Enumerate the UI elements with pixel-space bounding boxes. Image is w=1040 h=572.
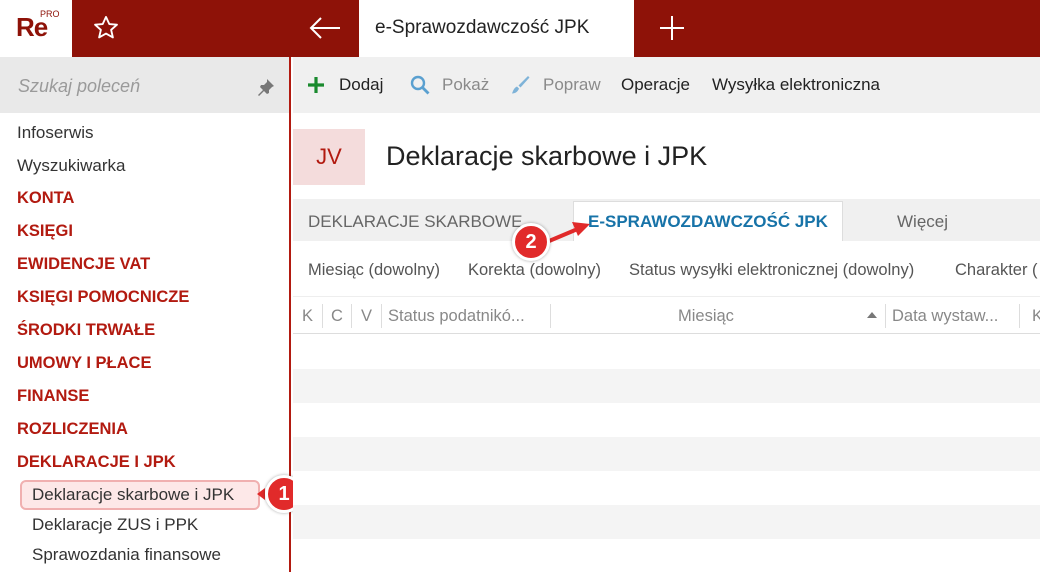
main-content: Dodaj Pokaż Popraw Operacje Wysyłka elek… — [293, 57, 1040, 572]
column-divider[interactable] — [322, 304, 323, 328]
page-header: JV Deklaracje skarbowe i JPK — [293, 129, 1040, 187]
column-divider[interactable] — [1019, 304, 1020, 328]
grid-row[interactable] — [293, 437, 1040, 471]
sidebar-section-deklaracje-i-jpk[interactable]: DEKLARACJE I JPK — [17, 453, 176, 472]
column-header-month[interactable]: Miesiąc — [678, 307, 734, 326]
sidebar-section-finanse[interactable]: FINANSE — [17, 387, 89, 406]
sidebar-section-umowy-i-place[interactable]: UMOWY I PŁACE — [17, 354, 151, 373]
column-divider[interactable] — [351, 304, 352, 328]
sidebar-section-ksiegi-pomocnicze[interactable]: KSIĘGI POMOCNICZE — [17, 288, 189, 307]
sidebar-item-sprawozdania-finansowe[interactable]: Sprawozdania finansowe — [32, 545, 221, 565]
grid-row[interactable] — [293, 505, 1040, 539]
toolbar: Dodaj Pokaż Popraw Operacje Wysyłka elek… — [293, 57, 1040, 113]
page-title: Deklaracje skarbowe i JPK — [386, 141, 708, 171]
show-button[interactable]: Pokaż — [442, 75, 489, 95]
sort-ascending-icon[interactable] — [867, 312, 877, 318]
grid-row[interactable] — [293, 369, 1040, 403]
sidebar-item-wyszukiwarka[interactable]: Wyszukiwarka — [17, 156, 125, 176]
title-bar: Re PRO e-Sprawozdawczość JPK — [0, 0, 1040, 57]
tab-e-sprawozdawczosc-jpk[interactable]: E-SPRAWOZDAWCZOŚĆ JPK — [573, 201, 843, 241]
filter-character[interactable]: Charakter ( — [955, 261, 1038, 280]
column-header-issue-date[interactable]: Data wystaw... — [892, 307, 998, 326]
edit-button[interactable]: Popraw — [543, 75, 601, 95]
new-tab-plus-icon[interactable] — [658, 14, 686, 42]
column-header-k2[interactable]: K — [1032, 307, 1040, 326]
filter-bar: Miesiąc (dowolny) Korekta (dowolny) Stat… — [293, 241, 1040, 297]
column-header-v[interactable]: V — [361, 307, 372, 326]
column-divider[interactable] — [885, 304, 886, 328]
back-arrow-icon[interactable] — [306, 12, 344, 44]
grid-row[interactable] — [293, 403, 1040, 437]
sidebar-section-ksiegi[interactable]: KSIĘGI — [17, 222, 73, 241]
column-header-c[interactable]: C — [331, 307, 343, 326]
column-header-status[interactable]: Status podatnikó... — [388, 307, 525, 326]
grid-header: K C V Status podatnikó... Miesiąc Data w… — [293, 298, 1040, 334]
pin-icon[interactable] — [256, 77, 276, 97]
callout-1-pointer — [257, 488, 265, 500]
add-button[interactable]: Dodaj — [339, 75, 383, 95]
favorites-star-icon[interactable] — [92, 14, 120, 42]
operations-menu[interactable]: Operacje — [621, 75, 690, 95]
sidebar-section-konta[interactable]: KONTA — [17, 189, 74, 208]
column-divider[interactable] — [550, 304, 551, 328]
search-placeholder: Szukaj poleceń — [18, 76, 141, 96]
grid-row[interactable] — [293, 539, 1040, 572]
sidebar-section-rozliczenia[interactable]: ROZLICZENIA — [17, 420, 128, 439]
sidebar: Szukaj poleceń Infoserwis Wyszukiwarka K… — [0, 57, 303, 572]
sidebar-section-srodki-trwale[interactable]: ŚRODKI TRWAŁE — [17, 321, 155, 340]
app-window: Re PRO e-Sprawozdawczość JPK Szukaj pole… — [0, 0, 1040, 572]
column-header-k[interactable]: K — [302, 307, 313, 326]
grid-row[interactable] — [293, 471, 1040, 505]
search-icon[interactable] — [409, 74, 431, 96]
sidebar-item-infoserwis[interactable]: Infoserwis — [17, 123, 94, 143]
app-logo[interactable]: Re PRO — [0, 0, 72, 57]
sidebar-section-ewidencje-vat[interactable]: EWIDENCJE VAT — [17, 255, 150, 274]
logo-badge: PRO — [40, 9, 60, 19]
callout-badge-2: 2 — [512, 223, 550, 261]
add-plus-icon[interactable] — [305, 74, 327, 96]
window-tab-title: e-Sprawozdawczość JPK — [375, 17, 590, 38]
sidebar-item-deklaracje-skarbowe[interactable]: Deklaracje skarbowe i JPK — [32, 485, 234, 505]
content-tabs: DEKLARACJE SKARBOWE E-SPRAWOZDAWCZOŚĆ JP… — [293, 199, 1040, 241]
tab-more[interactable]: Więcej — [897, 212, 948, 232]
column-divider[interactable] — [381, 304, 382, 328]
grid-row[interactable] — [293, 335, 1040, 369]
filter-month[interactable]: Miesiąc (dowolny) — [308, 261, 440, 280]
filter-send-status[interactable]: Status wysyłki elektronicznej (dowolny) — [629, 261, 914, 280]
edit-brush-icon[interactable] — [509, 74, 531, 96]
command-search[interactable]: Szukaj poleceń — [0, 57, 289, 113]
window-tab-active[interactable]: e-Sprawozdawczość JPK — [359, 0, 634, 57]
tab-deklaracje-skarbowe[interactable]: DEKLARACJE SKARBOWE — [308, 212, 522, 232]
electronic-send-menu[interactable]: Wysyłka elektroniczna — [712, 75, 880, 95]
module-badge: JV — [293, 129, 365, 185]
sidebar-item-deklaracje-zus[interactable]: Deklaracje ZUS i PPK — [32, 515, 198, 535]
